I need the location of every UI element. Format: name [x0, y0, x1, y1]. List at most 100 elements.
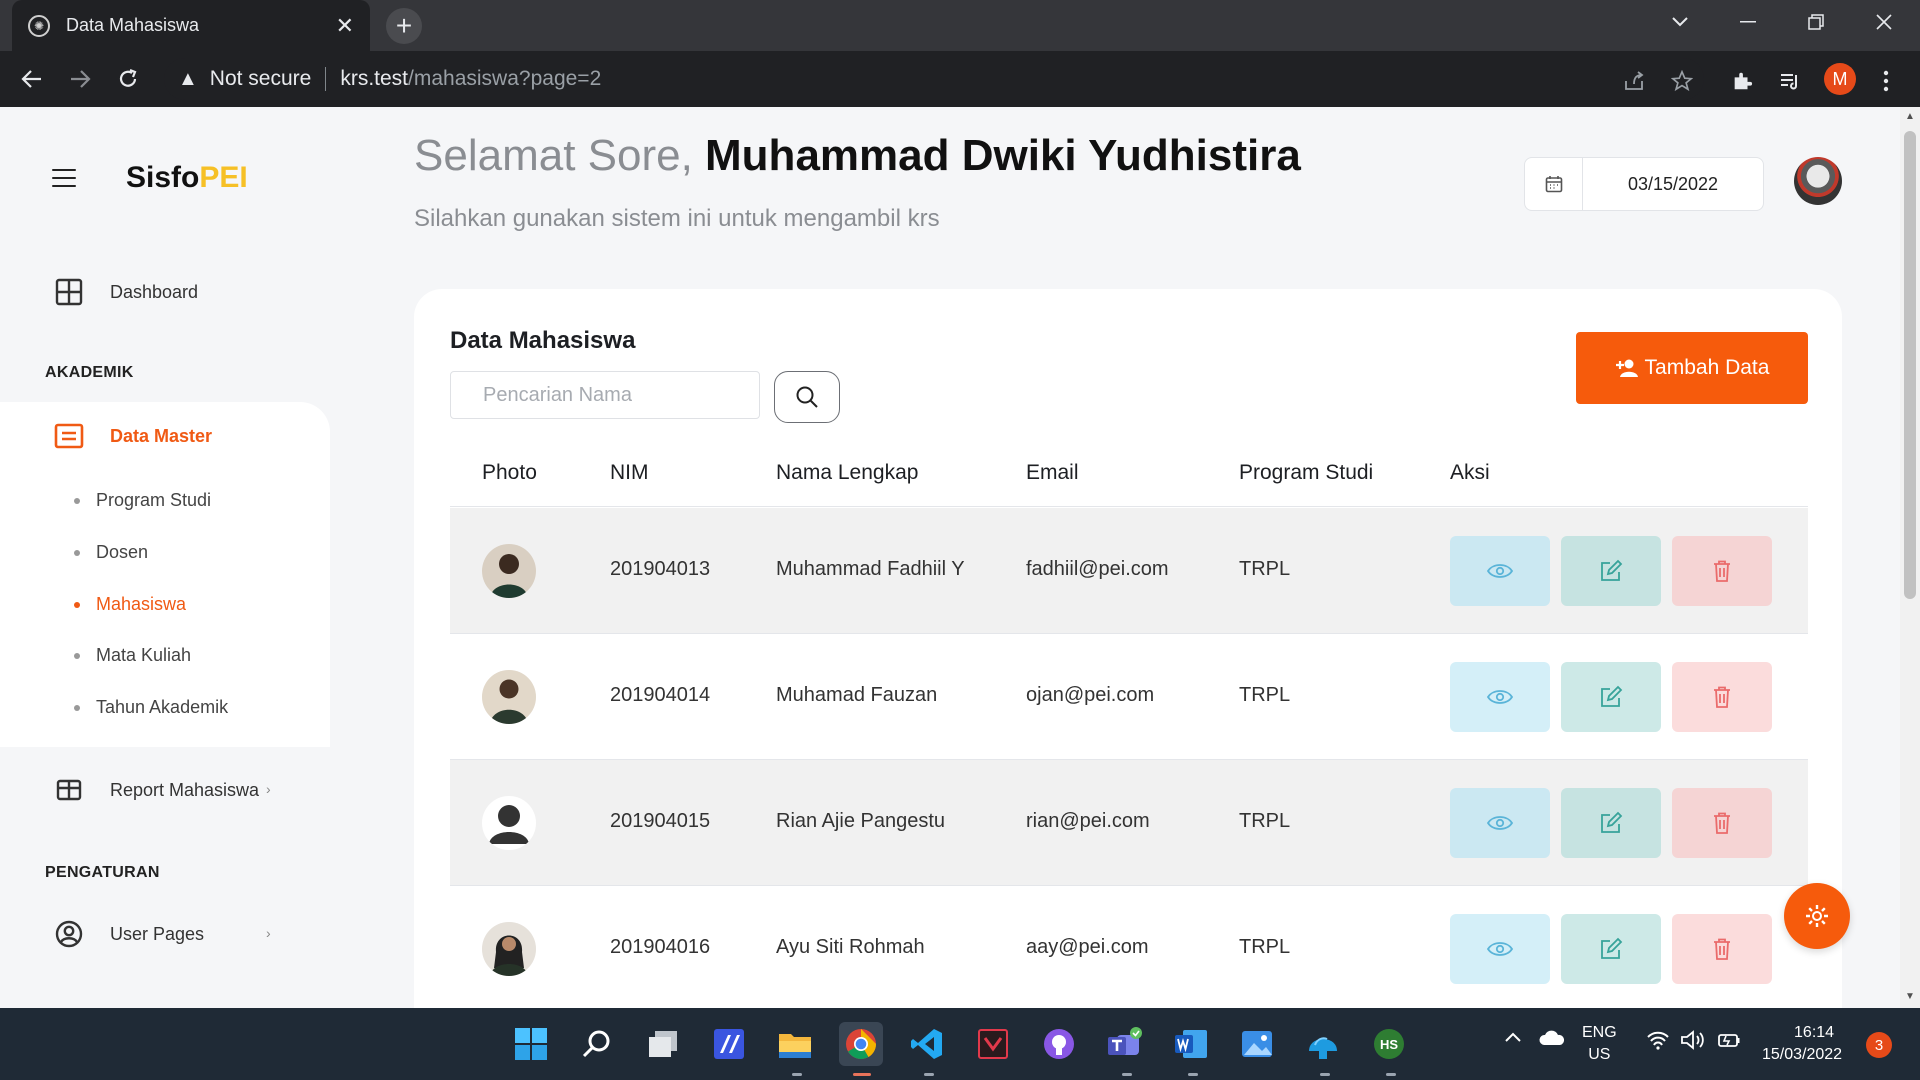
delete-button[interactable]: [1672, 536, 1772, 606]
student-photo: [482, 544, 536, 598]
vscode-icon[interactable]: [905, 1022, 949, 1066]
address-bar[interactable]: ▲ Not secure krs.test /mahasiswa?page=2: [164, 58, 1704, 100]
cell-nama: Ayu Siti Rohmah: [776, 936, 925, 958]
onedrive-cloud-icon[interactable]: [1538, 1030, 1566, 1051]
volume-icon[interactable]: [1680, 1030, 1706, 1055]
tab-close-icon[interactable]: ✕: [336, 13, 354, 39]
file-explorer-icon[interactable]: [773, 1022, 817, 1066]
running-indicator: [1122, 1073, 1132, 1076]
submenu-item-mata-kuliah[interactable]: Mata Kuliah: [74, 645, 191, 666]
task-view-icon[interactable]: [641, 1022, 685, 1066]
view-button[interactable]: [1450, 788, 1550, 858]
browser-menu-icon[interactable]: [1870, 65, 1902, 97]
teams-icon[interactable]: [1103, 1022, 1147, 1066]
sidebar-item-report-mahasiswa[interactable]: Report Mahasiswa: [54, 775, 259, 805]
brand-main: Sisfo: [126, 161, 200, 194]
word-icon[interactable]: [1169, 1022, 1213, 1066]
submenu-item-dosen[interactable]: Dosen: [74, 542, 148, 563]
app-blue-icon[interactable]: [707, 1022, 751, 1066]
view-button[interactable]: [1450, 914, 1550, 984]
forward-icon[interactable]: [62, 61, 98, 97]
view-button[interactable]: [1450, 662, 1550, 732]
calendar-icon: [1525, 158, 1583, 210]
hs-app-icon[interactable]: HS: [1367, 1022, 1411, 1066]
running-indicator: [1188, 1073, 1198, 1076]
sidebar-item-data-master[interactable]: Data Master: [54, 421, 212, 451]
back-icon[interactable]: [14, 61, 50, 97]
submenu-item-tahun-akademik[interactable]: Tahun Akademik: [74, 697, 228, 718]
tray-overflow-chevron-icon[interactable]: [1504, 1030, 1522, 1048]
dashboard-grid-icon: [54, 277, 84, 307]
notification-badge[interactable]: 3: [1866, 1032, 1892, 1058]
edit-button[interactable]: [1561, 788, 1661, 858]
app-red-icon[interactable]: [971, 1022, 1015, 1066]
bullet-dot: [74, 549, 80, 556]
delete-button[interactable]: [1672, 914, 1772, 984]
view-button[interactable]: [1450, 536, 1550, 606]
url-path: /mahasiswa?page=2: [408, 67, 602, 90]
bullet-dot: [74, 601, 80, 608]
student-photo: [482, 922, 536, 976]
sidebar-label-dashboard: Dashboard: [110, 281, 199, 302]
start-icon[interactable]: [509, 1022, 553, 1066]
clock[interactable]: 16:14 15/03/2022: [1762, 1022, 1842, 1066]
cell-program-studi: TRPL: [1239, 558, 1291, 580]
reload-icon[interactable]: [110, 61, 146, 97]
table-row: 201904013 Muhammad Fadhiil Y fadhiil@pei…: [450, 508, 1808, 634]
wifi-icon[interactable]: [1646, 1030, 1670, 1055]
extensions-icon[interactable]: [1726, 65, 1758, 97]
github-icon[interactable]: [1037, 1022, 1081, 1066]
edit-button[interactable]: [1561, 536, 1661, 606]
profile-avatar[interactable]: M: [1824, 63, 1856, 95]
add-data-button[interactable]: Tambah Data: [1576, 332, 1808, 404]
edit-button[interactable]: [1561, 662, 1661, 732]
hat-app-icon[interactable]: [1301, 1022, 1345, 1066]
running-indicator: [924, 1073, 934, 1076]
language-indicator[interactable]: ENG US: [1582, 1022, 1617, 1066]
greeting-text: Selamat Sore,: [414, 131, 706, 180]
eye-icon: [1487, 942, 1513, 956]
running-indicator: [1320, 1073, 1330, 1076]
greeting-subtitle: Silahkan gunakan sistem ini untuk mengam…: [414, 205, 940, 232]
settings-fab-button[interactable]: [1784, 883, 1850, 949]
restore-icon[interactable]: [1786, 0, 1846, 44]
sidebar-item-dashboard[interactable]: Dashboard: [54, 277, 198, 307]
close-window-icon[interactable]: [1854, 0, 1914, 44]
media-playlist-icon[interactable]: [1774, 65, 1806, 97]
bullet-dot: [74, 497, 80, 504]
submenu-item-program-studi[interactable]: Program Studi: [74, 490, 211, 511]
trash-icon: [1714, 812, 1730, 834]
user-avatar[interactable]: [1794, 157, 1842, 205]
scrollbar-thumb[interactable]: [1904, 131, 1916, 599]
submenu-label: Tahun Akademik: [96, 697, 229, 717]
share-icon[interactable]: [1618, 65, 1650, 97]
photos-icon[interactable]: [1235, 1022, 1279, 1066]
search-name-input[interactable]: [450, 371, 760, 419]
new-tab-button[interactable]: +: [386, 8, 422, 44]
column-header-nim: NIM: [610, 461, 649, 484]
delete-button[interactable]: [1672, 788, 1772, 858]
browser-tab[interactable]: ✺ Data Mahasiswa ✕: [12, 0, 370, 51]
scroll-up-icon[interactable]: ▲: [1904, 111, 1916, 122]
scroll-down-icon[interactable]: ▼: [1904, 991, 1916, 1002]
edit-button[interactable]: [1561, 914, 1661, 984]
minimize-icon[interactable]: [1718, 0, 1778, 44]
cell-program-studi: TRPL: [1239, 810, 1291, 832]
date-picker[interactable]: 03/15/2022: [1524, 157, 1764, 211]
search-button[interactable]: [774, 371, 840, 423]
cell-nama: Muhammad Fadhiil Y: [776, 558, 965, 580]
clock-time: 16:14: [1794, 1024, 1835, 1041]
submenu-label: Dosen: [96, 542, 149, 562]
delete-button[interactable]: [1672, 662, 1772, 732]
tab-search-chevron-icon[interactable]: [1650, 0, 1710, 44]
gear-icon: [1806, 905, 1828, 927]
page-scrollbar[interactable]: ▲ ▼: [1900, 107, 1920, 1008]
sidebar-item-user-pages[interactable]: User Pages: [54, 919, 204, 949]
taskbar-search-icon[interactable]: [575, 1022, 619, 1066]
submenu-item-mahasiswa[interactable]: Mahasiswa: [74, 594, 186, 615]
hamburger-menu-icon[interactable]: [52, 169, 76, 187]
chrome-icon[interactable]: [839, 1022, 883, 1066]
battery-icon[interactable]: [1716, 1030, 1742, 1055]
brand-logo[interactable]: SisfoPEI: [126, 161, 248, 195]
bookmark-star-icon[interactable]: [1666, 65, 1698, 97]
